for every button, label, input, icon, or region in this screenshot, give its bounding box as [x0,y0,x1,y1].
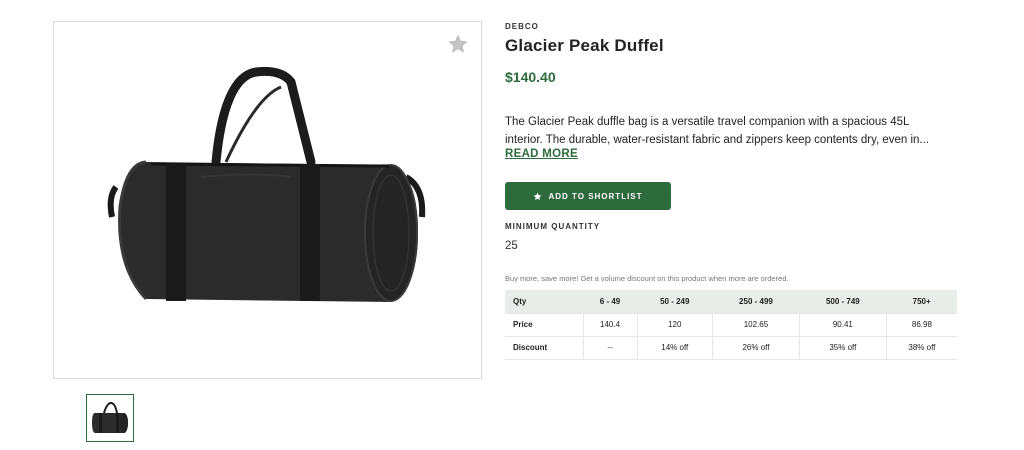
table-cell: 86.98 [886,313,957,337]
product-title: Glacier Peak Duffel [505,36,664,55]
table-cell: 250 - 499 [712,290,800,314]
table-cell: 750+ [886,290,957,314]
table-cell: 90.41 [799,313,887,337]
table-cell: 38% off [886,336,957,360]
description-line: The Glacier Peak duffle bag is a versati… [505,116,910,128]
volume-discount-note: Buy more, save more! Get a volume discou… [505,274,789,283]
product-description: The Glacier Peak duffle bag is a versati… [505,113,955,149]
table-cell: 35% off [799,336,887,360]
volume-pricing-table: Qty 6 - 49 50 - 249 250 - 499 500 - 749 … [505,290,957,360]
product-image-panel [53,21,482,379]
table-cell: 6 - 49 [583,290,638,314]
table-cell: -- [583,336,638,360]
add-to-shortlist-button[interactable]: ADD TO SHORTLIST [505,182,671,210]
thumbnail-bag-image [92,401,128,433]
table-cell: 140.4 [583,313,638,337]
minimum-quantity-value: 25 [505,240,518,252]
table-row-price: Price 140.4 120 102.65 90.41 86.98 [505,313,957,337]
product-brand: DEBCO [505,22,539,31]
table-cell: 120 [637,313,714,337]
product-main-image [107,67,426,302]
table-cell: 14% off [637,336,714,360]
star-icon [533,192,542,200]
table-row-discount: Discount -- 14% off 26% off 35% off 38% … [505,336,957,360]
favorite-star-icon[interactable] [448,34,468,54]
table-cell: 50 - 249 [637,290,713,314]
product-price: $140.40 [505,69,556,85]
read-more-link[interactable]: READ MORE [505,148,578,160]
product-thumbnail[interactable] [86,394,134,442]
table-cell: 102.65 [712,313,800,337]
description-line: interior. The durable, water-resistant f… [505,134,930,146]
shortlist-button-label: ADD TO SHORTLIST [548,191,643,201]
row-header: Price [505,313,584,337]
table-row-qty: Qty 6 - 49 50 - 249 250 - 499 500 - 749 … [505,290,957,314]
table-cell: 26% off [712,336,800,360]
row-header: Discount [505,336,584,360]
row-header: Qty [505,290,583,314]
minimum-quantity-label: MINIMUM QUANTITY [505,222,601,231]
table-cell: 500 - 749 [799,290,887,314]
